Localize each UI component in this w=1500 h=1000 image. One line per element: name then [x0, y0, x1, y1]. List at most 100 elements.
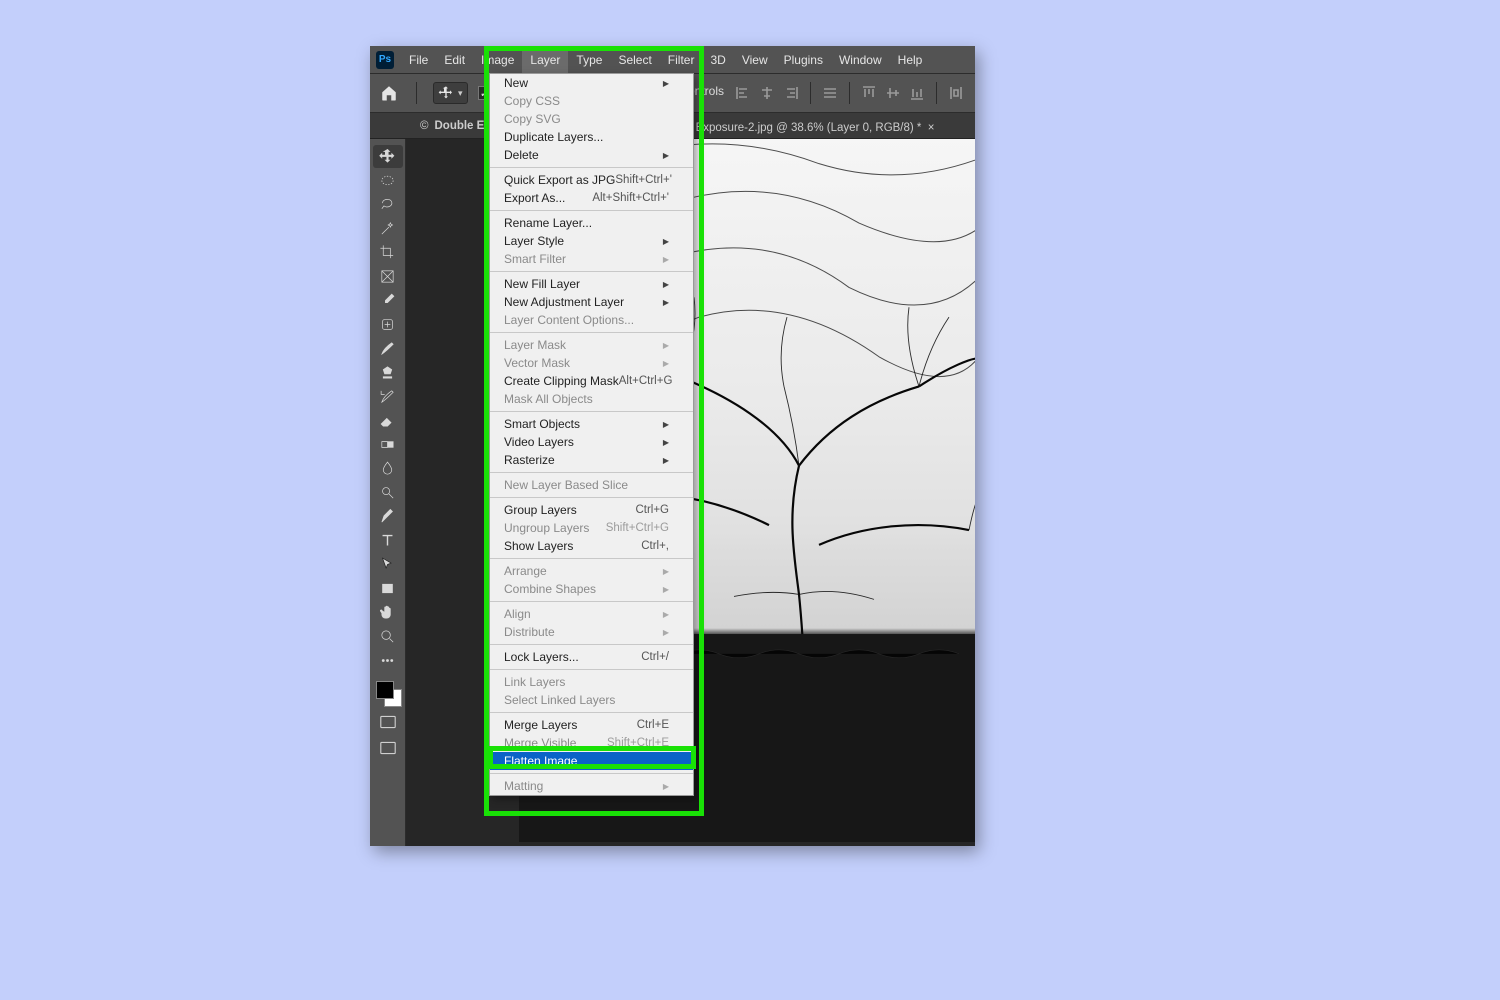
eraser-tool[interactable] — [373, 409, 403, 432]
menu-item-layer-style[interactable]: Layer Style — [490, 232, 693, 250]
menu-help[interactable]: Help — [890, 46, 931, 73]
magic-wand-tool[interactable] — [373, 217, 403, 240]
menu-item-group-layers[interactable]: Group LayersCtrl+G — [490, 501, 693, 519]
menu-item-label: New Adjustment Layer — [504, 295, 624, 309]
menu-item-label: Export As... — [504, 191, 565, 205]
menu-item-merge-layers[interactable]: Merge Layers Ctrl+E — [490, 716, 693, 734]
menu-item-duplicate-layers[interactable]: Duplicate Layers... — [490, 128, 693, 146]
menu-item-label: Link Layers — [504, 675, 565, 689]
menu-item-link-layers: Link Layers — [490, 673, 693, 691]
tool-preset-picker[interactable]: ▾ — [433, 82, 468, 104]
frame-tool[interactable] — [373, 265, 403, 288]
align-bottom-icon[interactable] — [906, 82, 928, 104]
home-icon[interactable] — [378, 83, 400, 103]
lasso-tool[interactable] — [373, 193, 403, 216]
menu-item-shortcut: Shift+Ctrl+E — [607, 737, 669, 749]
menu-file[interactable]: File — [401, 46, 436, 73]
menu-item-shortcut: Shift+Ctrl+G — [606, 522, 669, 534]
menu-plugins[interactable]: Plugins — [776, 46, 831, 73]
separator — [936, 82, 937, 104]
menu-item-copy-css: Copy CSS — [490, 92, 693, 110]
close-icon[interactable]: × — [928, 122, 935, 134]
menu-item-delete[interactable]: Delete — [490, 146, 693, 164]
menu-filter[interactable]: Filter — [660, 46, 703, 73]
move-tool[interactable] — [373, 145, 403, 168]
menu-item-create-clipping-mask[interactable]: Create Clipping MaskAlt+Ctrl+G — [490, 372, 693, 390]
menu-image[interactable]: Image — [473, 46, 522, 73]
menu-item-matting: Matting — [490, 777, 693, 795]
menu-edit[interactable]: Edit — [436, 46, 473, 73]
menu-layer[interactable]: Layer — [522, 46, 568, 73]
menu-item-flatten-image[interactable]: Flatten Image — [490, 752, 693, 770]
menu-view[interactable]: View — [734, 46, 776, 73]
menu-item-export-as[interactable]: Export As...Alt+Shift+Ctrl+' — [490, 189, 693, 207]
menu-window[interactable]: Window — [831, 46, 890, 73]
menu-item-layer-content-options: Layer Content Options... — [490, 311, 693, 329]
menu-item-label: Ungroup Layers — [504, 521, 589, 535]
dodge-tool[interactable] — [373, 481, 403, 504]
screen-mode-icon[interactable] — [373, 737, 403, 759]
menu-item-video-layers[interactable]: Video Layers — [490, 433, 693, 451]
menu-type[interactable]: Type — [568, 46, 610, 73]
align-right-icon[interactable] — [780, 82, 802, 104]
type-tool[interactable] — [373, 529, 403, 552]
menu-item-show-layers[interactable]: Show LayersCtrl+, — [490, 537, 693, 555]
menu-item-label: Distribute — [504, 625, 555, 639]
menu-item-shortcut: Ctrl+E — [637, 719, 669, 731]
color-swatches[interactable] — [374, 679, 402, 707]
menu-item-new-fill-layer[interactable]: New Fill Layer — [490, 275, 693, 293]
menu-item-label: Copy CSS — [504, 94, 560, 108]
gradient-tool[interactable] — [373, 433, 403, 456]
clone-stamp-tool[interactable] — [373, 361, 403, 384]
menu-item-label: Mask All Objects — [504, 392, 593, 406]
menu-item-lock-layers[interactable]: Lock Layers...Ctrl+/ — [490, 648, 693, 666]
menu-item-label: Rasterize — [504, 453, 555, 467]
align-vcenter-icon[interactable] — [882, 82, 904, 104]
healing-brush-tool[interactable] — [373, 313, 403, 336]
zoom-tool[interactable] — [373, 625, 403, 648]
menu-item-layer-mask: Layer Mask — [490, 336, 693, 354]
blur-tool[interactable] — [373, 457, 403, 480]
distribute-icon[interactable] — [945, 82, 967, 104]
tools-panel — [370, 139, 406, 846]
align-left-icon[interactable] — [732, 82, 754, 104]
brush-tool[interactable] — [373, 337, 403, 360]
align-justify-icon[interactable] — [819, 82, 841, 104]
menu-item-label: Align — [504, 607, 531, 621]
hand-tool[interactable] — [373, 601, 403, 624]
history-brush-tool[interactable] — [373, 385, 403, 408]
crop-tool[interactable] — [373, 241, 403, 264]
path-select-tool[interactable] — [373, 553, 403, 576]
menu-item-label: Rename Layer... — [504, 216, 592, 230]
menu-item-smart-objects[interactable]: Smart Objects — [490, 415, 693, 433]
align-top-icon[interactable] — [858, 82, 880, 104]
menu-item-rasterize[interactable]: Rasterize — [490, 451, 693, 469]
tab-label: e Exposure-2.jpg @ 38.6% (Layer 0, RGB/8… — [686, 122, 921, 134]
menu-item-shortcut: Ctrl+/ — [641, 651, 669, 663]
marquee-ellipse-tool[interactable] — [373, 169, 403, 192]
menu-item-new[interactable]: New — [490, 74, 693, 92]
foreground-color[interactable] — [376, 681, 394, 699]
pen-tool[interactable] — [373, 505, 403, 528]
quick-mask-icon[interactable] — [373, 711, 403, 733]
menu-item-quick-export-as-jpg[interactable]: Quick Export as JPGShift+Ctrl+' — [490, 171, 693, 189]
menu-3d[interactable]: 3D — [702, 46, 733, 73]
more-tool[interactable] — [373, 649, 403, 672]
menu-item-label: Merge Layers — [504, 718, 577, 732]
menu-item-arrange: Arrange — [490, 562, 693, 580]
menu-item-shortcut: Shift+Ctrl+' — [615, 174, 672, 186]
menu-select[interactable]: Select — [610, 46, 659, 73]
menu-item-smart-filter: Smart Filter — [490, 250, 693, 268]
eyedropper-tool[interactable] — [373, 289, 403, 312]
align-hcenter-icon[interactable] — [756, 82, 778, 104]
menu-item-label: Select Linked Layers — [504, 693, 615, 707]
menu-item-label: Layer Mask — [504, 338, 566, 352]
menu-item-label: Arrange — [504, 564, 547, 578]
menu-item-select-linked-layers: Select Linked Layers — [490, 691, 693, 709]
rectangle-tool[interactable] — [373, 577, 403, 600]
menu-item-new-adjustment-layer[interactable]: New Adjustment Layer — [490, 293, 693, 311]
document-tab[interactable]: e Exposure-2.jpg @ 38.6% (Layer 0, RGB/8… — [686, 116, 935, 140]
menu-item-rename-layer[interactable]: Rename Layer... — [490, 214, 693, 232]
separator — [416, 82, 417, 104]
separator — [810, 82, 811, 104]
